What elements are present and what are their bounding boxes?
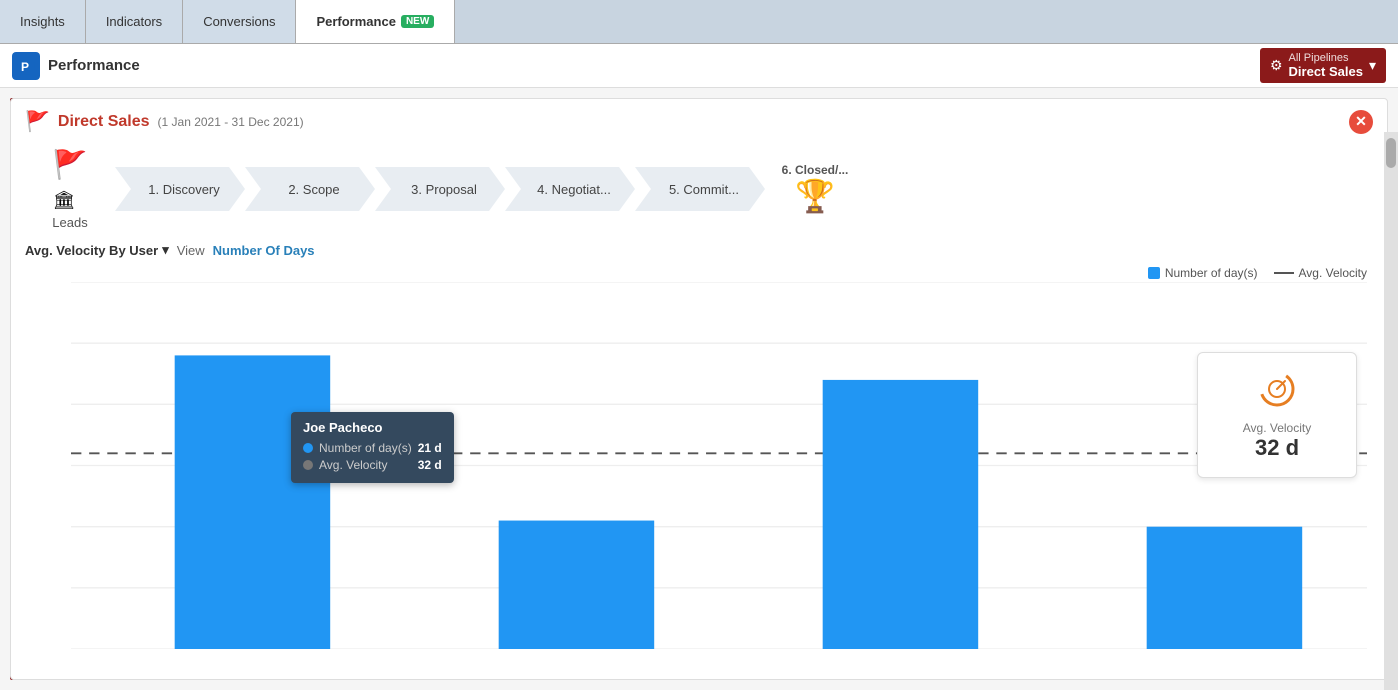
velocity-value: 32 d [1255,435,1299,461]
bar-joe-pacheco[interactable] [499,521,655,649]
legend-line-icon [1274,272,1294,274]
legend-bar: Number of day(s) [1148,266,1258,280]
new-badge: NEW [401,15,434,28]
stage-commit-label: 5. Commit... [669,182,739,197]
pipeline-name: Direct Sales [1289,64,1363,79]
tab-indicators[interactable]: Indicators [86,0,183,43]
tooltip-days-key: Number of day(s) [319,441,412,455]
tab-performance[interactable]: Performance NEW [296,0,455,43]
header-logo: P [12,52,40,80]
tab-bar: Insights Indicators Conversions Performa… [0,0,1398,44]
bar-nikolaus-kimla[interactable] [823,380,979,649]
main-content: 🚩 Direct Sales (1 Jan 2021 - 31 Dec 2021… [0,88,1398,690]
velocity-svg-icon [1257,369,1297,409]
stage-closed[interactable]: 6. Closed/... 🏆 [765,163,865,215]
stage-closed-label: 6. Closed/... [782,163,849,177]
performance-card: 🚩 Direct Sales (1 Jan 2021 - 31 Dec 2021… [10,98,1388,680]
legend-line-label: Avg. Velocity [1299,266,1367,280]
legend-row: Number of day(s) Avg. Velocity [11,262,1387,282]
scrollbar[interactable] [1384,132,1398,690]
tooltip-days-val: 21 d [418,441,442,455]
card-subtitle: (1 Jan 2021 - 31 Dec 2021) [158,115,304,129]
tab-indicators-label: Indicators [106,14,162,29]
pipeline-info: All Pipelines Direct Sales [1289,52,1363,79]
legend-line: Avg. Velocity [1274,266,1367,280]
tab-insights[interactable]: Insights [0,0,86,43]
chart-tooltip: Joe Pacheco Number of day(s) 21 d Avg. V… [291,412,454,483]
legend-bar-dot [1148,267,1160,279]
stage-negotiate[interactable]: 4. Negotiat... [505,167,635,211]
stage-leads: 🚩🏛 Leads [25,148,115,230]
leads-flag-icon: 🚩🏛 [53,148,88,213]
bar-todd-martin[interactable] [1147,527,1303,649]
filter-label: Avg. Velocity By User [25,243,158,258]
tab-performance-label: Performance [316,14,395,29]
tooltip-row-days: Number of day(s) 21 d [303,441,442,455]
card-header: 🚩 Direct Sales (1 Jan 2021 - 31 Dec 2021… [11,99,1387,140]
stage-negotiate-label: 4. Negotiat... [537,182,611,197]
tooltip-velocity-val: 32 d [418,458,442,472]
stage-commit[interactable]: 5. Commit... [635,167,765,211]
view-label: View [177,243,205,258]
svg-text:P: P [21,60,29,74]
bar-don-araldi[interactable] [175,355,331,649]
filter-dropdown[interactable]: Avg. Velocity By User ▾ [25,242,169,258]
chart-area: 60 d 50 d 40 d 30 d 20 d 10 d 0 d Don Ar… [11,282,1387,679]
tab-conversions-label: Conversions [203,14,275,29]
stage-proposal[interactable]: 3. Proposal [375,167,505,211]
stages-row: 🚩🏛 Leads 1. Discovery 2. Scope 3. Propos… [11,140,1387,238]
velocity-label: Avg. Velocity [1243,421,1311,435]
tooltip-days-dot [303,443,313,453]
chevron-down-icon: ▾ [162,242,169,258]
header-left: P Performance [12,52,140,80]
tooltip-title: Joe Pacheco [303,420,442,435]
tab-insights-label: Insights [20,14,65,29]
gear-icon: ⚙ [1270,57,1283,74]
tab-conversions[interactable]: Conversions [183,0,296,43]
card-title: Direct Sales [58,113,150,131]
trophy-icon: 🏆 [795,177,835,215]
logo-icon: P [16,56,36,76]
stage-discovery[interactable]: 1. Discovery [115,167,245,211]
close-button[interactable]: ✕ [1349,110,1373,134]
stage-scope-label: 2. Scope [288,182,339,197]
tooltip-row-velocity: Avg. Velocity 32 d [303,458,442,472]
flag-icon: 🚩 [25,109,50,134]
stage-scope[interactable]: 2. Scope [245,167,375,211]
view-value: Number Of Days [213,243,315,258]
chart-svg: 60 d 50 d 40 d 30 d 20 d 10 d 0 d Don Ar… [71,282,1367,649]
header-bar: P Performance ⚙ All Pipelines Direct Sal… [0,44,1398,88]
stage-discovery-label: 1. Discovery [148,182,220,197]
pipeline-selector[interactable]: ⚙ All Pipelines Direct Sales ▾ [1260,48,1386,83]
velocity-icon [1257,369,1297,417]
header-title: Performance [48,57,140,74]
tooltip-velocity-dot [303,460,313,470]
stage-proposal-label: 3. Proposal [411,182,477,197]
dropdown-arrow-icon: ▾ [1369,57,1376,74]
tooltip-velocity-key: Avg. Velocity [319,458,412,472]
leads-label: Leads [52,215,87,230]
scrollbar-thumb[interactable] [1386,138,1396,168]
legend-bar-label: Number of day(s) [1165,266,1258,280]
all-pipelines-label: All Pipelines [1289,52,1363,64]
controls-row: Avg. Velocity By User ▾ View Number Of D… [11,238,1387,262]
velocity-card: Avg. Velocity 32 d [1197,352,1357,478]
